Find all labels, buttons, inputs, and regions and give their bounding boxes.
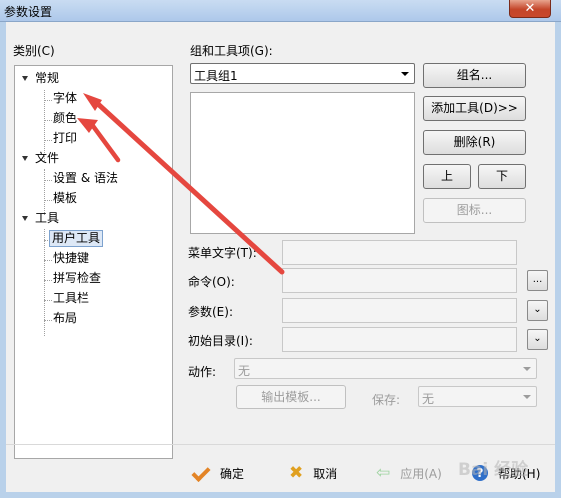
- title-bar: 参数设置 ✕: [0, 0, 561, 22]
- chevron-down-icon: [401, 72, 409, 76]
- delete-button[interactable]: 删除(R): [423, 130, 526, 155]
- tree-guide-line: [44, 320, 52, 321]
- tree-item-color[interactable]: 颜色: [53, 110, 77, 127]
- cancel-button[interactable]: ✖ 取消: [289, 460, 337, 486]
- window-title: 参数设置: [4, 5, 53, 19]
- tool-items-list[interactable]: [190, 92, 415, 234]
- back-arrow-icon: ⇦: [376, 463, 391, 483]
- tree-item-layout[interactable]: 布局: [53, 310, 77, 327]
- tree-item-user-tools[interactable]: 用户工具: [49, 230, 104, 247]
- browse-command-button[interactable]: ...: [527, 270, 548, 291]
- tree-node-tools[interactable]: 工具: [35, 210, 59, 227]
- tree-item-font[interactable]: 字体: [53, 90, 77, 107]
- tool-group-select[interactable]: 工具组1: [190, 63, 415, 84]
- category-tree[interactable]: 常规 字体 颜色 打印 文件 设置 & 语法 模板 工具 用户工具 快捷键 拼写…: [14, 65, 173, 459]
- init-dir-field[interactable]: [282, 327, 517, 352]
- ok-button[interactable]: 确定: [194, 460, 244, 486]
- action-value: 无: [238, 364, 251, 378]
- save-value: 无: [422, 392, 435, 406]
- expand-triangle-icon[interactable]: [22, 156, 28, 161]
- tree-guide-line: [44, 280, 52, 281]
- tree-item-spellcheck[interactable]: 拼写检查: [53, 270, 101, 287]
- watermark: Bai 经验: [458, 460, 529, 480]
- expand-triangle-icon[interactable]: [22, 76, 28, 81]
- tree-guide-line: [44, 100, 52, 101]
- command-field[interactable]: [282, 268, 517, 293]
- tree-item-print[interactable]: 打印: [53, 130, 77, 147]
- checkmark-icon: [194, 466, 210, 480]
- tree-guide-line: [44, 120, 52, 121]
- tree-guide-line: [44, 260, 52, 261]
- save-select[interactable]: 无: [418, 386, 537, 407]
- group-tools-label: 组和工具项(G):: [190, 44, 273, 58]
- ok-label: 确定: [220, 466, 245, 481]
- tree-guide-line: [44, 300, 52, 301]
- dialog-client: 类别(C) 常规 字体 颜色 打印 文件 设置 & 语法 模板 工具 用户工具 …: [6, 22, 555, 492]
- save-label: 保存:: [372, 393, 401, 407]
- params-field[interactable]: [282, 298, 517, 323]
- close-icon: ✖: [289, 463, 304, 483]
- menu-text-field[interactable]: [282, 240, 517, 265]
- tree-node-general[interactable]: 常规: [35, 70, 59, 87]
- apply-button[interactable]: ⇦ 应用(A): [376, 460, 442, 486]
- tree-guide-line: [44, 140, 52, 141]
- tree-guide-line: [44, 180, 52, 181]
- tree-guide-line: [44, 200, 52, 201]
- menu-text-label: 菜单文字(T):: [188, 246, 257, 260]
- move-down-button[interactable]: 下: [478, 164, 526, 189]
- close-button[interactable]: ✕: [509, 0, 551, 18]
- footer-separator: [6, 444, 555, 445]
- close-icon: ✕: [524, 1, 536, 16]
- window-frame: 类别(C) 常规 字体 颜色 打印 文件 设置 & 语法 模板 工具 用户工具 …: [0, 22, 561, 498]
- tree-item-settings-syntax[interactable]: 设置 & 语法: [53, 170, 118, 187]
- init-dir-label: 初始目录(I):: [188, 334, 253, 348]
- apply-label: 应用(A): [400, 466, 442, 481]
- add-tool-button[interactable]: 添加工具(D)>>: [423, 96, 526, 121]
- chevron-down-icon: [523, 395, 531, 399]
- tree-item-shortcuts[interactable]: 快捷键: [53, 250, 89, 267]
- action-select[interactable]: 无: [234, 358, 537, 379]
- tree-node-file[interactable]: 文件: [35, 150, 59, 167]
- params-dropdown-button[interactable]: ⌄: [527, 300, 548, 321]
- tree-item-template[interactable]: 模板: [53, 190, 77, 207]
- tree-guide-line: [44, 169, 45, 215]
- chevron-down-icon: [523, 367, 531, 371]
- category-label: 类别(C): [13, 44, 55, 58]
- move-up-button[interactable]: 上: [423, 164, 471, 189]
- export-template-button[interactable]: 输出模板...: [236, 385, 346, 409]
- tool-group-value: 工具组1: [194, 69, 238, 83]
- icon-button[interactable]: 图标...: [423, 198, 526, 223]
- params-label: 参数(E):: [188, 305, 233, 319]
- action-label: 动作:: [188, 365, 217, 379]
- expand-triangle-icon[interactable]: [22, 216, 28, 221]
- command-label: 命令(O):: [188, 275, 235, 289]
- chevron-down-icon: ⌄: [533, 304, 542, 315]
- tree-item-toolbar[interactable]: 工具栏: [53, 290, 89, 307]
- group-name-button[interactable]: 组名...: [423, 63, 526, 88]
- chevron-down-icon: ⌄: [533, 333, 542, 344]
- cancel-label: 取消: [313, 466, 338, 481]
- init-dir-dropdown-button[interactable]: ⌄: [527, 329, 548, 350]
